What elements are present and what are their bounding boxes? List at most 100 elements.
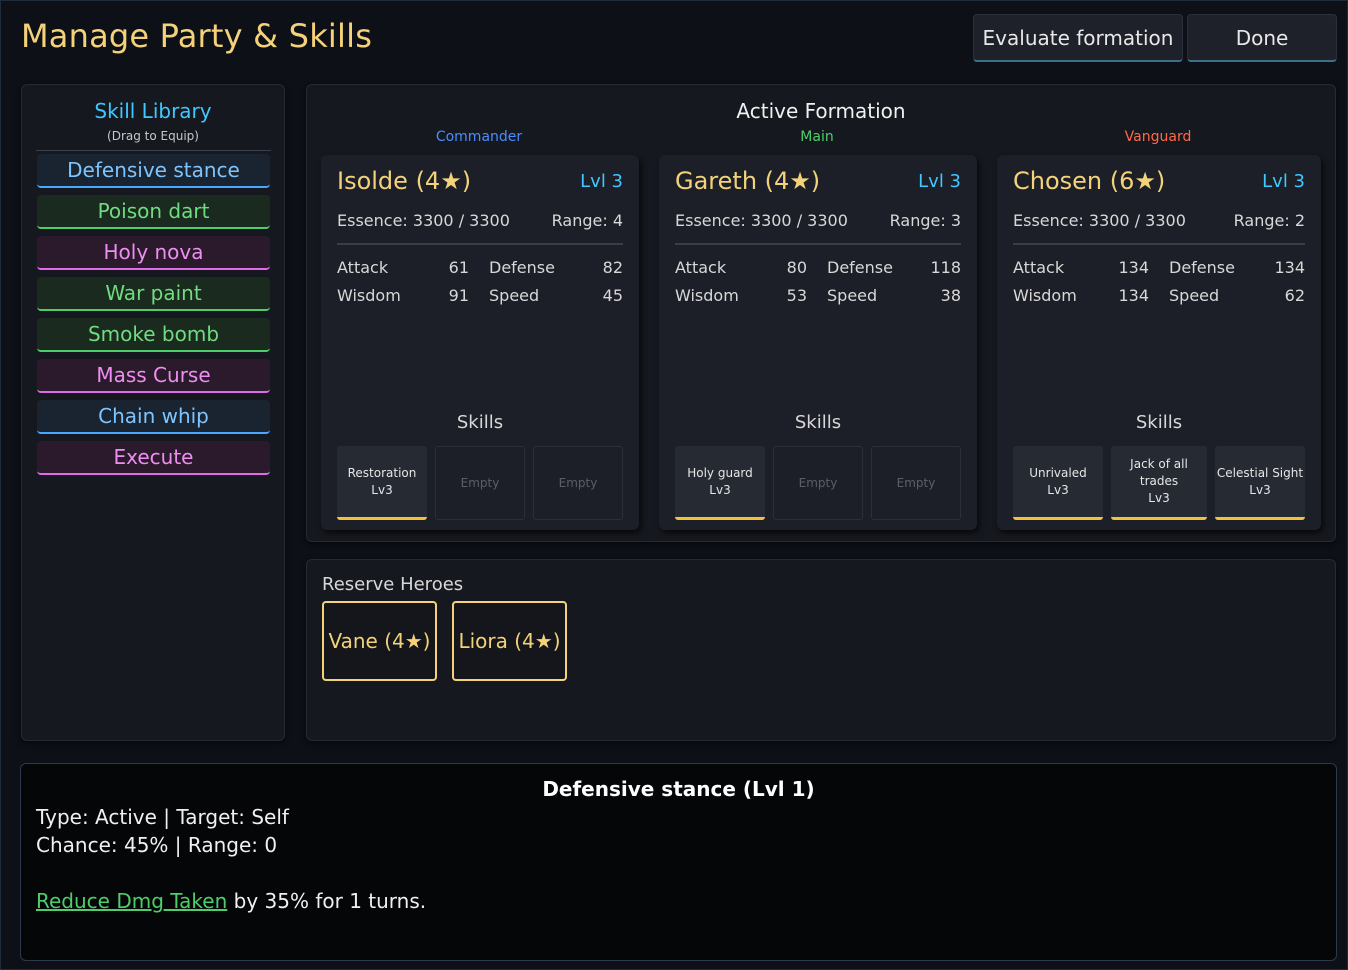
skill-slot-name: Jack of all trades bbox=[1130, 457, 1188, 488]
skill-detail-effect: Reduce Dmg Taken by 35% for 1 turns. bbox=[36, 889, 426, 913]
stat-value-wisdom: 91 bbox=[448, 286, 469, 305]
active-formation-panel: Active Formation Commander Main Vanguard… bbox=[306, 84, 1336, 542]
stat-value-defense: 82 bbox=[602, 258, 623, 277]
stat-label-speed: Speed bbox=[489, 286, 540, 305]
skill-slot-name: Empty bbox=[798, 475, 838, 490]
skill-slot-level: Lv3 bbox=[1148, 491, 1170, 505]
skills-label: Skills bbox=[1135, 412, 1183, 433]
stat-label-defense: Defense bbox=[827, 258, 893, 277]
skill-item-holy-nova[interactable]: Holy nova bbox=[37, 236, 270, 270]
stat-label-attack: Attack bbox=[337, 258, 389, 277]
hero-level: Lvl 3 bbox=[580, 171, 623, 192]
skill-slot-name: Celestial Sight bbox=[1216, 465, 1304, 480]
hero-level: Lvl 3 bbox=[1262, 171, 1305, 192]
skill-slot-name: Unrivaled bbox=[1029, 465, 1087, 480]
skill-detail-title: Defensive stance (Lvl 1) bbox=[542, 777, 815, 801]
skill-slot-1[interactable]: Restoration Lv3 bbox=[337, 446, 427, 520]
done-button[interactable]: Done bbox=[1187, 14, 1337, 62]
skill-slot-3[interactable]: Empty bbox=[533, 446, 623, 520]
stat-value-defense: 134 bbox=[1274, 258, 1305, 277]
skill-slot-2[interactable]: Empty bbox=[435, 446, 525, 520]
reserve-heroes-title: Reserve Heroes bbox=[322, 574, 464, 595]
stat-value-attack: 134 bbox=[1118, 258, 1149, 277]
divider bbox=[36, 150, 271, 151]
active-formation-title: Active Formation bbox=[736, 99, 906, 123]
skill-slot-level: Lv3 bbox=[1249, 482, 1271, 497]
hero-essence: Essence: 3300 / 3300 bbox=[337, 211, 510, 230]
stat-value-speed: 45 bbox=[602, 286, 623, 305]
reserve-hero-liora[interactable]: Liora (4★) bbox=[452, 601, 567, 681]
skill-slot-name: Empty bbox=[460, 475, 500, 490]
reserve-heroes-panel: Reserve Heroes Vane (4★) Liora (4★) bbox=[306, 559, 1336, 741]
role-label-vanguard: Vanguard bbox=[1124, 129, 1192, 145]
skill-slot-level: Lv3 bbox=[371, 482, 393, 497]
skill-slot-level: Lv3 bbox=[709, 482, 731, 497]
stat-label-wisdom: Wisdom bbox=[337, 286, 401, 305]
divider bbox=[1013, 243, 1305, 245]
skill-item-war-paint[interactable]: War paint bbox=[37, 277, 270, 311]
stat-label-defense: Defense bbox=[489, 258, 555, 277]
evaluate-formation-button[interactable]: Evaluate formation bbox=[973, 14, 1183, 62]
hero-essence: Essence: 3300 / 3300 bbox=[1013, 211, 1186, 230]
divider bbox=[675, 243, 961, 245]
stat-value-defense: 118 bbox=[930, 258, 961, 277]
stat-label-speed: Speed bbox=[1169, 286, 1220, 305]
skill-slot-3[interactable]: Empty bbox=[871, 446, 961, 520]
skill-slot-name: Empty bbox=[896, 475, 936, 490]
skill-library-panel: Skill Library (Drag to Equip) Defensive … bbox=[21, 84, 285, 741]
effect-text: by 35% for 1 turns. bbox=[227, 889, 427, 913]
game-window: Manage Party & Skills Evaluate formation… bbox=[0, 0, 1348, 970]
skill-slot-2[interactable]: Empty bbox=[773, 446, 863, 520]
hero-name: Chosen (6★) bbox=[1013, 167, 1166, 195]
page-title: Manage Party & Skills bbox=[21, 17, 373, 55]
hero-range: Range: 3 bbox=[889, 211, 961, 230]
stat-value-attack: 80 bbox=[786, 258, 807, 277]
stat-value-speed: 62 bbox=[1284, 286, 1305, 305]
skill-item-smoke-bomb[interactable]: Smoke bomb bbox=[37, 318, 270, 352]
stat-label-speed: Speed bbox=[827, 286, 878, 305]
hero-essence: Essence: 3300 / 3300 bbox=[675, 211, 848, 230]
role-label-commander: Commander bbox=[435, 129, 523, 145]
skill-slot-3[interactable]: Celestial Sight Lv3 bbox=[1215, 446, 1305, 520]
skill-slot-2[interactable]: Jack of all trades Lv3 bbox=[1111, 446, 1207, 520]
stat-value-wisdom: 53 bbox=[786, 286, 807, 305]
hero-card-chosen[interactable]: Chosen (6★) Lvl 3 Essence: 3300 / 3300 R… bbox=[997, 155, 1321, 530]
divider bbox=[337, 243, 623, 245]
skill-slot-1[interactable]: Holy guard Lv3 bbox=[675, 446, 765, 520]
hero-name: Gareth (4★) bbox=[675, 167, 821, 195]
skills-label: Skills bbox=[456, 412, 504, 433]
stat-label-attack: Attack bbox=[1013, 258, 1065, 277]
skill-library-subtitle: (Drag to Equip) bbox=[107, 129, 199, 143]
skill-detail-panel: Defensive stance (Lvl 1) Type: Active | … bbox=[20, 763, 1337, 961]
stat-label-wisdom: Wisdom bbox=[1013, 286, 1077, 305]
hero-name: Isolde (4★) bbox=[337, 167, 472, 195]
skill-item-defensive-stance[interactable]: Defensive stance bbox=[37, 154, 270, 188]
skill-slot-1[interactable]: Unrivaled Lv3 bbox=[1013, 446, 1103, 520]
stat-value-wisdom: 134 bbox=[1118, 286, 1149, 305]
hero-card-gareth[interactable]: Gareth (4★) Lvl 3 Essence: 3300 / 3300 R… bbox=[659, 155, 977, 530]
role-label-main: Main bbox=[800, 129, 834, 145]
stat-label-defense: Defense bbox=[1169, 258, 1235, 277]
hero-range: Range: 2 bbox=[1233, 211, 1305, 230]
hero-level: Lvl 3 bbox=[918, 171, 961, 192]
skill-item-chain-whip[interactable]: Chain whip bbox=[37, 400, 270, 434]
hero-card-isolde[interactable]: Isolde (4★) Lvl 3 Essence: 3300 / 3300 R… bbox=[321, 155, 639, 530]
skill-detail-chance: Chance: 45% | Range: 0 bbox=[36, 833, 278, 857]
skill-slot-level: Lv3 bbox=[1047, 482, 1069, 497]
skill-detail-type: Type: Active | Target: Self bbox=[36, 805, 289, 829]
skills-label: Skills bbox=[794, 412, 842, 433]
skill-slot-name: Restoration bbox=[347, 465, 417, 480]
stat-label-wisdom: Wisdom bbox=[675, 286, 739, 305]
reserve-hero-vane[interactable]: Vane (4★) bbox=[322, 601, 437, 681]
skill-item-poison-dart[interactable]: Poison dart bbox=[37, 195, 270, 229]
skill-slot-name: Empty bbox=[558, 475, 598, 490]
effect-keyword[interactable]: Reduce Dmg Taken bbox=[36, 889, 227, 913]
skill-slot-name: Holy guard bbox=[687, 465, 753, 480]
skill-item-mass-curse[interactable]: Mass Curse bbox=[37, 359, 270, 393]
stat-label-attack: Attack bbox=[675, 258, 727, 277]
hero-range: Range: 4 bbox=[551, 211, 623, 230]
skill-item-execute[interactable]: Execute bbox=[37, 441, 270, 475]
stat-value-attack: 61 bbox=[448, 258, 469, 277]
stat-value-speed: 38 bbox=[940, 286, 961, 305]
skill-library-title: Skill Library bbox=[94, 99, 212, 123]
